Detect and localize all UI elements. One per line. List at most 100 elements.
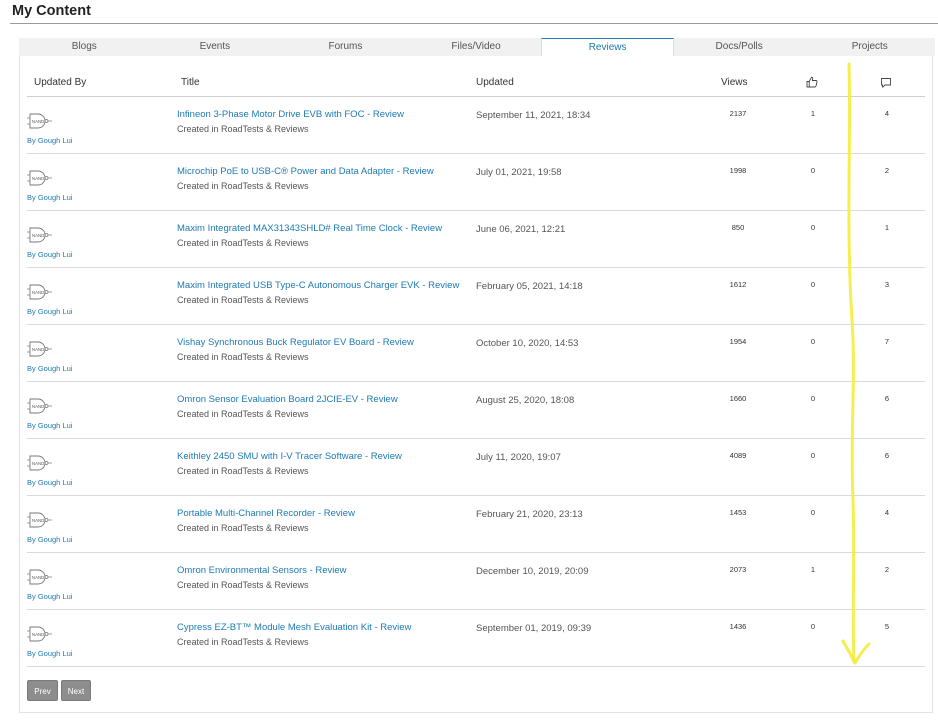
svg-text:NAND: NAND <box>32 290 44 295</box>
tab-docs-polls[interactable]: Docs/Polls <box>674 38 805 56</box>
svg-text:NAND: NAND <box>32 119 44 124</box>
views-count: 1998 <box>729 166 747 175</box>
tab-files-video[interactable]: Files/Video <box>411 38 542 56</box>
review-title-link[interactable]: Portable Multi-Channel Recorder - Review <box>177 508 355 519</box>
author-link[interactable]: By Gough Lui <box>27 592 72 601</box>
created-in-text: Created in RoadTests & Reviews <box>177 466 309 476</box>
likes-count: 0 <box>810 622 816 631</box>
thumbs-up-icon[interactable] <box>806 76 818 91</box>
comments-count: 7 <box>884 337 890 346</box>
table-row: NAND By Gough Lui Maxim Integrated MAX31… <box>27 211 925 268</box>
svg-text:NAND: NAND <box>32 347 44 352</box>
created-in-text: Created in RoadTests & Reviews <box>177 637 309 647</box>
nand-gate-logo: NAND <box>27 569 52 585</box>
review-title-link[interactable]: Maxim Integrated USB Type-C Autonomous C… <box>177 280 459 291</box>
author-link[interactable]: By Gough Lui <box>27 136 72 145</box>
created-in-text: Created in RoadTests & Reviews <box>177 409 309 419</box>
review-title-link[interactable]: Microchip PoE to USB-C® Power and Data A… <box>177 166 434 177</box>
tab-blogs[interactable]: Blogs <box>19 38 150 56</box>
author-link[interactable]: By Gough Lui <box>27 421 72 430</box>
column-header-updated[interactable]: Updated <box>476 77 514 88</box>
views-count: 850 <box>731 223 745 232</box>
nand-gate-logo: NAND <box>27 455 52 471</box>
likes-count: 0 <box>810 451 816 460</box>
next-page-button[interactable]: Next <box>61 680 91 701</box>
created-in-text: Created in RoadTests & Reviews <box>177 124 309 134</box>
review-title-link[interactable]: Omron Sensor Evaluation Board 2JCIE-EV -… <box>177 394 398 405</box>
table-row: NAND By Gough Lui Microchip PoE to USB-C… <box>27 154 925 211</box>
comments-count: 2 <box>884 565 890 574</box>
svg-text:NAND: NAND <box>32 233 44 238</box>
comments-count: 4 <box>884 109 890 118</box>
column-header-title[interactable]: Title <box>181 77 200 88</box>
author-link[interactable]: By Gough Lui <box>27 364 72 373</box>
review-title-link[interactable]: Vishay Synchronous Buck Regulator EV Boa… <box>177 337 414 348</box>
views-count: 1612 <box>729 280 747 289</box>
prev-page-button[interactable]: Prev <box>27 680 58 701</box>
comments-count: 5 <box>884 622 890 631</box>
author-link[interactable]: By Gough Lui <box>27 535 72 544</box>
review-title-link[interactable]: Maxim Integrated MAX31343SHLD# Real Time… <box>177 223 442 234</box>
nand-gate-logo: NAND <box>27 113 52 129</box>
created-in-text: Created in RoadTests & Reviews <box>177 352 309 362</box>
comments-count: 6 <box>884 394 890 403</box>
comments-count: 3 <box>884 280 890 289</box>
views-count: 1660 <box>729 394 747 403</box>
views-count: 2073 <box>729 565 747 574</box>
nand-gate-logo: NAND <box>27 284 52 300</box>
likes-count: 1 <box>810 109 816 118</box>
comments-count: 1 <box>884 223 890 232</box>
updated-date: February 05, 2021, 14:18 <box>476 281 583 292</box>
column-header-updated-by: Updated By <box>34 77 87 88</box>
updated-date: February 21, 2020, 23:13 <box>476 509 583 520</box>
created-in-text: Created in RoadTests & Reviews <box>177 238 309 248</box>
table-row: NAND By Gough Lui Vishay Synchronous Buc… <box>27 325 925 382</box>
tab-reviews[interactable]: Reviews <box>541 38 674 56</box>
likes-count: 0 <box>810 280 816 289</box>
created-in-text: Created in RoadTests & Reviews <box>177 295 309 305</box>
content-tabs: Blogs Events Forums Files/Video Reviews … <box>19 38 935 56</box>
likes-count: 0 <box>810 337 816 346</box>
created-in-text: Created in RoadTests & Reviews <box>177 580 309 590</box>
nand-gate-logo: NAND <box>27 227 52 243</box>
tab-forums[interactable]: Forums <box>280 38 411 56</box>
tab-events[interactable]: Events <box>150 38 281 56</box>
nand-gate-logo: NAND <box>27 170 52 186</box>
svg-text:NAND: NAND <box>32 518 44 523</box>
updated-date: September 01, 2019, 09:39 <box>476 623 592 634</box>
title-divider <box>10 23 938 24</box>
updated-date: June 06, 2021, 12:21 <box>476 224 566 235</box>
column-header-views[interactable]: Views <box>721 77 748 88</box>
views-count: 2137 <box>729 109 747 118</box>
author-link[interactable]: By Gough Lui <box>27 250 72 259</box>
author-link[interactable]: By Gough Lui <box>27 649 72 658</box>
author-link[interactable]: By Gough Lui <box>27 193 72 202</box>
comments-count: 2 <box>884 166 890 175</box>
review-title-link[interactable]: Omron Environmental Sensors - Review <box>177 565 346 576</box>
created-in-text: Created in RoadTests & Reviews <box>177 181 309 191</box>
updated-date: August 25, 2020, 18:08 <box>476 395 575 406</box>
review-title-link[interactable]: Cypress EZ-BT™ Module Mesh Evaluation Ki… <box>177 622 411 633</box>
nand-gate-logo: NAND <box>27 512 52 528</box>
likes-count: 0 <box>810 508 816 517</box>
views-count: 1436 <box>729 622 747 631</box>
page-title: My Content <box>12 3 91 19</box>
svg-text:NAND: NAND <box>32 461 44 466</box>
tab-projects[interactable]: Projects <box>804 38 935 56</box>
svg-text:NAND: NAND <box>32 575 44 580</box>
likes-count: 0 <box>810 166 816 175</box>
table-row: NAND By Gough Lui Portable Multi-Channel… <box>27 496 925 553</box>
svg-text:NAND: NAND <box>32 404 44 409</box>
updated-date: October 10, 2020, 14:53 <box>476 338 579 349</box>
comment-icon[interactable] <box>880 77 892 92</box>
views-count: 4089 <box>729 451 747 460</box>
svg-text:NAND: NAND <box>32 632 44 637</box>
table-row: NAND By Gough Lui Keithley 2450 SMU with… <box>27 439 925 496</box>
author-link[interactable]: By Gough Lui <box>27 307 72 316</box>
table-row: NAND By Gough Lui Cypress EZ-BT™ Module … <box>27 610 925 667</box>
comments-count: 6 <box>884 451 890 460</box>
review-title-link[interactable]: Infineon 3-Phase Motor Drive EVB with FO… <box>177 109 404 120</box>
review-title-link[interactable]: Keithley 2450 SMU with I-V Tracer Softwa… <box>177 451 402 462</box>
updated-date: September 11, 2021, 18:34 <box>476 110 591 121</box>
author-link[interactable]: By Gough Lui <box>27 478 72 487</box>
